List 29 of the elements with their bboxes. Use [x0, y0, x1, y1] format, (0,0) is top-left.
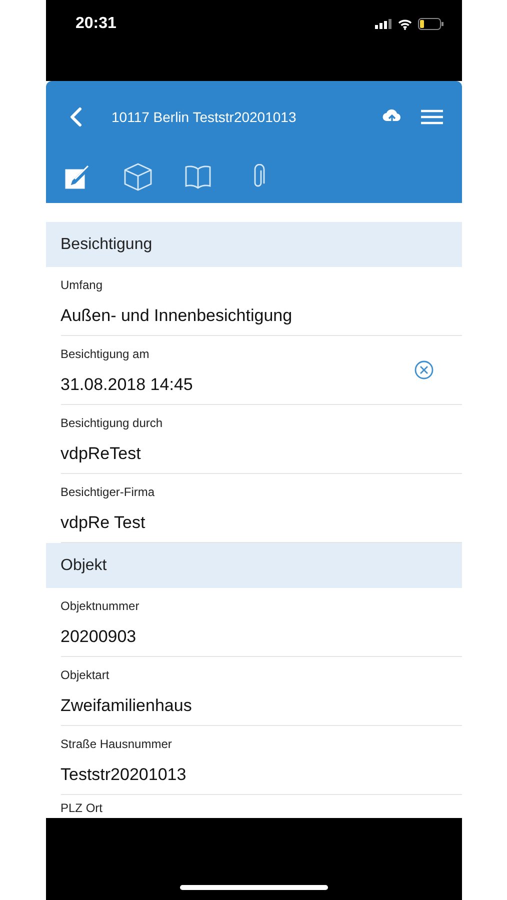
field-label: Besichtigung durch [60, 416, 164, 430]
book-icon [184, 165, 212, 189]
field-value[interactable]: Teststr20201013 [60, 765, 434, 785]
field-label: Straße Hausnummer [60, 737, 173, 751]
section-title: Objekt [60, 556, 107, 574]
field-label: Objektnummer [60, 599, 140, 613]
back-icon[interactable] [70, 107, 82, 127]
field-value[interactable]: 31.08.2018 14:45 [60, 375, 414, 395]
header-title: 10117 Berlin Teststr20201013 [112, 109, 298, 125]
field-label: Besichtiger-Firma [60, 485, 156, 499]
field-value[interactable]: 20200903 [60, 627, 434, 647]
field-label: Objektart [60, 668, 110, 682]
field-value[interactable]: Außen- und Innenbesichtigung [60, 306, 434, 326]
clock-time: 20:31 [76, 15, 116, 33]
edit-icon [64, 165, 90, 189]
field-value[interactable]: Zweifamilienhaus [60, 696, 434, 716]
clear-icon[interactable] [414, 360, 434, 380]
field-value[interactable]: vdpReTest [60, 444, 434, 464]
field-label: PLZ Ort [60, 801, 104, 815]
menu-icon[interactable] [420, 109, 444, 125]
field-value[interactable]: vdpRe Test [60, 513, 434, 533]
cube-icon [122, 162, 152, 192]
section-title: Besichtigung [60, 236, 152, 254]
cube-tab[interactable] [122, 161, 154, 193]
signal-icon [374, 19, 392, 29]
battery-icon [418, 18, 444, 30]
field-label: Besichtigung am [60, 347, 150, 361]
field-label: Umfang [60, 278, 104, 292]
wifi-icon [398, 18, 412, 30]
